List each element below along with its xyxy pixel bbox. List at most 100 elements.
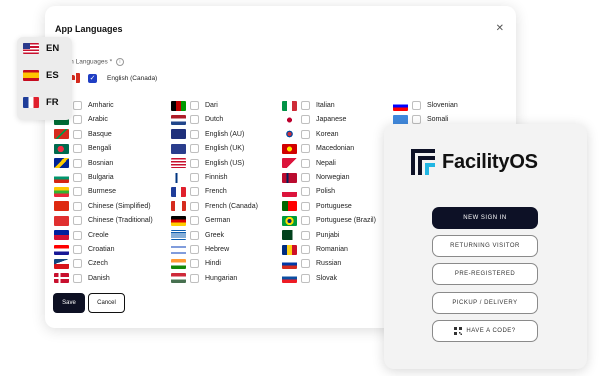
language-checkbox[interactable] <box>190 187 199 197</box>
info-icon[interactable]: i <box>115 58 124 66</box>
pre-registered-button[interactable]: PRE-REGISTERED <box>432 263 538 285</box>
language-option[interactable]: Bengali <box>54 142 111 155</box>
have-a-code-button[interactable]: HAVE A CODE? <box>432 320 538 342</box>
language-option[interactable]: Bulgaria <box>54 171 114 184</box>
language-option[interactable]: Croatian <box>54 243 114 256</box>
language-option[interactable]: Chinese (Traditional) <box>54 214 153 227</box>
language-checkbox[interactable] <box>190 173 199 182</box>
save-button[interactable]: Save <box>53 293 85 313</box>
dialog-title: App Languages <box>55 24 123 34</box>
language-checkbox[interactable] <box>301 273 310 283</box>
language-checkbox[interactable] <box>73 158 82 168</box>
button-label: NEW SIGN IN <box>463 215 507 221</box>
screenshot-stage: App Languages ✕ ication Languages * i ✓ … <box>0 0 600 376</box>
language-checkbox[interactable] <box>190 129 199 139</box>
language-option[interactable]: Portuguese (Brazil) <box>282 214 376 227</box>
language-option[interactable]: Creole <box>54 229 109 242</box>
language-label: French (Canada) <box>205 202 258 210</box>
language-checkbox[interactable] <box>301 216 310 226</box>
language-checkbox[interactable] <box>190 115 199 125</box>
language-option[interactable]: Italian <box>282 99 335 112</box>
returning-visitor-button[interactable]: RETURNING VISITOR <box>432 235 538 257</box>
locale-option-es[interactable]: ES <box>23 70 59 81</box>
language-checkbox[interactable] <box>301 201 310 211</box>
selected-language-checkbox[interactable]: ✓ <box>88 73 97 83</box>
language-checkbox[interactable] <box>301 173 310 182</box>
language-option[interactable]: Norwegian <box>282 171 349 184</box>
language-checkbox[interactable] <box>190 101 199 110</box>
language-option[interactable]: Finnish <box>171 171 228 184</box>
language-checkbox[interactable] <box>73 230 82 240</box>
language-option[interactable]: Danish <box>54 272 110 285</box>
language-checkbox[interactable] <box>73 101 82 110</box>
language-option[interactable]: Hindi <box>171 257 221 270</box>
language-option[interactable]: Slovak <box>282 272 337 285</box>
language-checkbox[interactable] <box>190 201 199 211</box>
language-label: Dari <box>205 102 218 109</box>
language-option[interactable]: Korean <box>282 128 339 141</box>
language-option[interactable]: Bosnian <box>54 157 113 170</box>
language-checkbox[interactable] <box>412 101 421 110</box>
language-checkbox[interactable] <box>73 259 82 269</box>
language-checkbox[interactable] <box>190 245 199 254</box>
language-option[interactable]: Basque <box>54 128 112 141</box>
language-checkbox[interactable] <box>301 245 310 254</box>
language-checkbox[interactable] <box>190 216 199 226</box>
language-checkbox[interactable] <box>73 173 82 182</box>
language-checkbox[interactable] <box>190 158 199 168</box>
language-checkbox[interactable] <box>190 230 199 240</box>
language-option[interactable]: Portuguese <box>282 200 352 213</box>
language-checkbox[interactable] <box>190 273 199 283</box>
language-checkbox[interactable] <box>301 101 310 110</box>
language-checkbox[interactable] <box>301 230 310 240</box>
language-option[interactable]: Romanian <box>282 243 348 256</box>
new-sign-in-button[interactable]: NEW SIGN IN <box>432 207 538 229</box>
language-checkbox[interactable] <box>301 187 310 197</box>
locale-option-en[interactable]: EN <box>23 43 59 54</box>
language-checkbox[interactable] <box>73 201 82 211</box>
language-checkbox[interactable] <box>73 273 82 283</box>
language-option[interactable]: Macedonian <box>282 142 354 155</box>
language-option[interactable]: German <box>171 214 230 227</box>
language-checkbox[interactable] <box>301 129 310 139</box>
language-option[interactable]: French <box>171 185 227 198</box>
language-option[interactable]: Russian <box>282 257 341 270</box>
language-option[interactable]: Greek <box>171 229 224 242</box>
pickup-delivery-button[interactable]: PICKUP / DELIVERY <box>432 292 538 314</box>
language-option[interactable]: Hungarian <box>171 272 237 285</box>
close-icon[interactable]: ✕ <box>496 23 504 34</box>
language-checkbox[interactable] <box>73 129 82 139</box>
language-option[interactable]: Slovenian <box>393 99 458 112</box>
language-option[interactable]: Polish <box>282 185 335 198</box>
fr-flag-icon <box>23 97 39 108</box>
language-checkbox[interactable] <box>73 144 82 154</box>
language-checkbox[interactable] <box>73 245 82 254</box>
language-option[interactable]: Burmese <box>54 185 116 198</box>
language-checkbox[interactable] <box>73 115 82 125</box>
language-label: Somali <box>427 116 449 124</box>
language-option[interactable]: French (Canada) <box>171 200 258 213</box>
language-option[interactable]: English (US) <box>171 157 244 170</box>
language-option[interactable]: Dutch <box>171 113 223 126</box>
cancel-button[interactable]: Cancel <box>88 293 125 313</box>
language-option[interactable]: English (AU) <box>171 128 244 141</box>
language-label: Romanian <box>316 246 348 253</box>
language-option[interactable]: Japanese <box>282 113 346 126</box>
flag-icon <box>282 230 297 241</box>
language-checkbox[interactable] <box>301 115 310 125</box>
language-checkbox[interactable] <box>301 144 310 154</box>
language-option[interactable]: Punjabi <box>282 229 339 242</box>
language-option[interactable]: Chinese (Simplified) <box>54 200 151 213</box>
language-checkbox[interactable] <box>73 187 82 197</box>
language-option[interactable]: Dari <box>171 99 218 112</box>
language-checkbox[interactable] <box>301 259 310 269</box>
language-option[interactable]: Nepali <box>282 157 336 170</box>
language-option[interactable]: Czech <box>54 257 108 270</box>
language-checkbox[interactable] <box>190 259 199 269</box>
language-option[interactable]: Hebrew <box>171 243 229 256</box>
language-checkbox[interactable] <box>301 158 310 168</box>
language-option[interactable]: English (UK) <box>171 142 244 155</box>
language-checkbox[interactable] <box>73 216 82 226</box>
language-checkbox[interactable] <box>190 144 199 154</box>
locale-option-fr[interactable]: FR <box>23 97 59 108</box>
